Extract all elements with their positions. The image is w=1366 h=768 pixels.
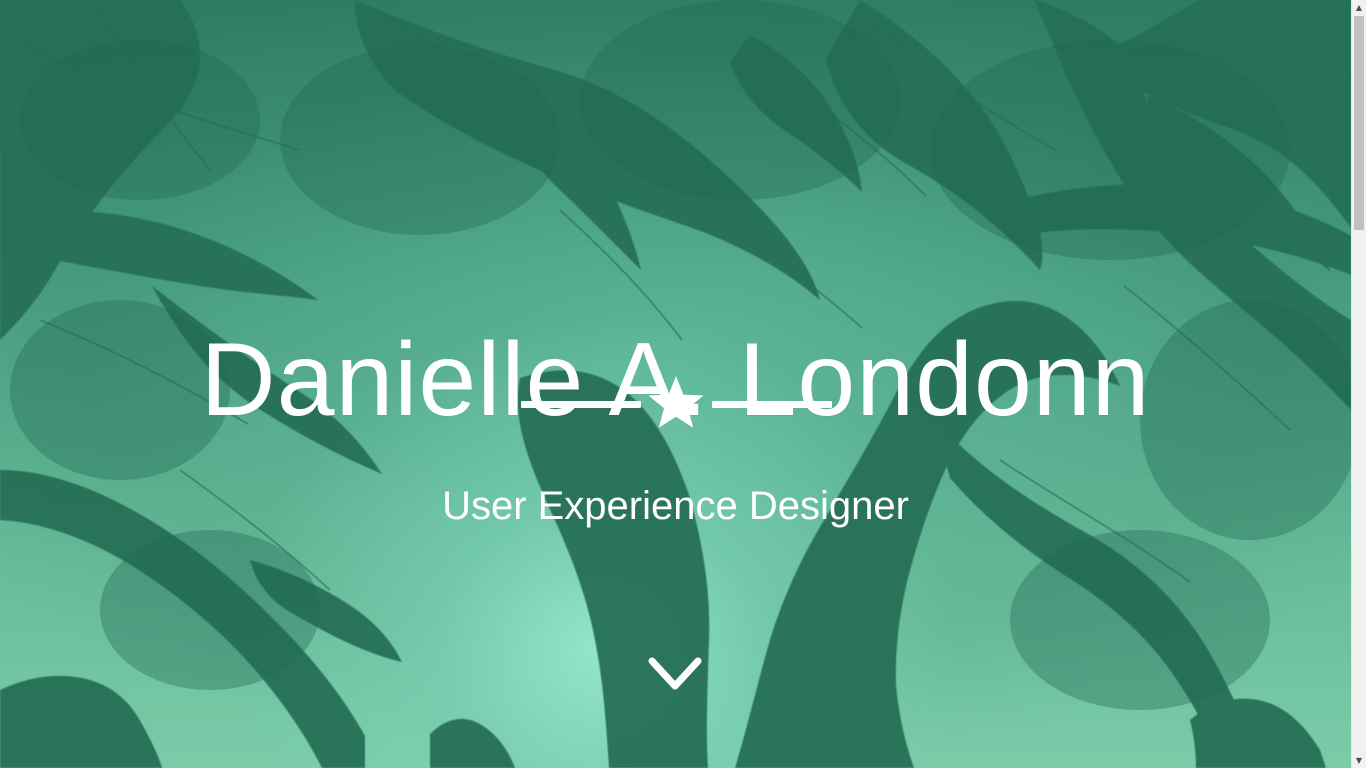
hero-content: Danielle A. Londonn User Experience Desi… xyxy=(0,0,1351,768)
scrollbar-thumb[interactable] xyxy=(1354,16,1364,230)
scroll-up-arrow-icon[interactable]: ▲ xyxy=(1352,0,1366,15)
scroll-down-arrow-icon[interactable]: ▼ xyxy=(1352,753,1366,768)
star-icon xyxy=(648,376,704,428)
hero-section: Danielle A. Londonn User Experience Desi… xyxy=(0,0,1351,768)
divider-line-left xyxy=(521,401,641,408)
chevron-down-icon xyxy=(648,657,702,690)
scroll-down-button[interactable] xyxy=(645,650,705,696)
divider-line-right xyxy=(712,401,832,408)
title-divider xyxy=(519,374,833,434)
page-viewport: Danielle A. Londonn User Experience Desi… xyxy=(0,0,1366,768)
hero-subtitle: User Experience Designer xyxy=(442,484,909,529)
vertical-scrollbar[interactable]: ▲ ▼ xyxy=(1351,0,1366,768)
